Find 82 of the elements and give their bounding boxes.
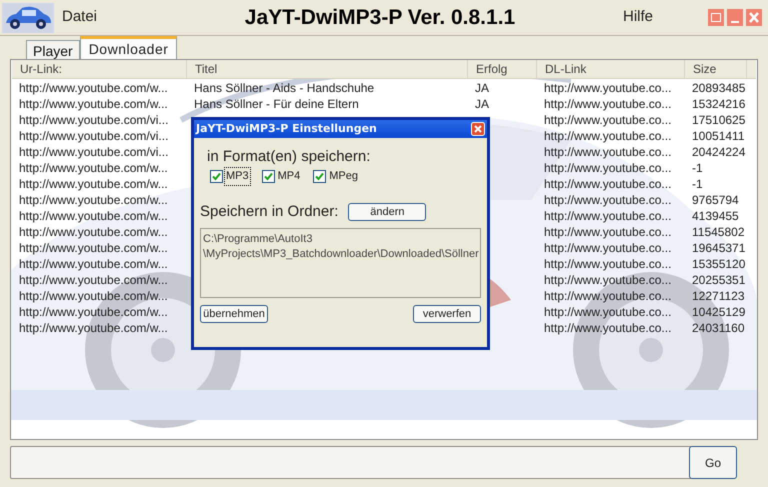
table-cell: Hans Söllner - Für deine Eltern: [194, 97, 359, 111]
table-cell: 4139455: [692, 209, 739, 223]
menu-item[interactable]: Datei: [62, 6, 182, 29]
checkbox-label: MPeg: [328, 169, 359, 184]
table-cell: 20255351: [692, 273, 746, 287]
discard-button[interactable]: verwerfen: [413, 305, 481, 323]
table-cell: http://www.youtube.com/w...: [19, 177, 168, 191]
column-header[interactable]: Erfolg: [468, 60, 537, 79]
column-header[interactable]: Size: [685, 60, 747, 79]
table-cell: http://www.youtube.com/vi...: [19, 145, 168, 159]
table-cell: http://www.youtube.co...: [544, 161, 672, 175]
table-cell: 9765794: [692, 193, 739, 207]
table-cell: JA: [475, 81, 490, 95]
table-cell: http://www.youtube.com/w...: [19, 273, 168, 287]
minimize-icon[interactable]: [727, 9, 743, 26]
table-cell: http://www.youtube.co...: [544, 305, 672, 319]
table-cell: http://www.youtube.com/w...: [19, 225, 168, 239]
close-icon[interactable]: [746, 9, 762, 26]
table-cell: http://www.youtube.co...: [544, 97, 672, 111]
table-cell: Hans Söllner - Aids - Handschuhe: [194, 81, 374, 95]
column-header[interactable]: Ur-Link:: [12, 60, 187, 79]
dialog-title: JaYT-DwiMP3-P Einstellungen: [196, 120, 378, 137]
column-header[interactable]: Titel: [187, 60, 468, 79]
column-header[interactable]: DL-Link: [537, 60, 685, 79]
table-cell: 24031160: [692, 321, 744, 335]
checkbox-label: MP4: [276, 169, 302, 184]
table-cell: 10425129: [692, 305, 746, 319]
checkbox-label: MP3: [225, 168, 250, 184]
table-cell: http://www.youtube.co...: [544, 177, 672, 191]
table-cell: http://www.youtube.com/vi...: [19, 113, 168, 127]
table-cell: 15355120: [692, 257, 746, 271]
checkbox[interactable]: [210, 170, 223, 183]
table-cell: http://www.youtube.co...: [544, 241, 672, 255]
table-cell: 19645371: [692, 241, 746, 255]
table-cell: http://www.youtube.com/w...: [19, 305, 168, 319]
table-cell: http://www.youtube.com/vi...: [19, 129, 168, 143]
table-cell: JA: [475, 97, 490, 111]
tab[interactable]: Downloader: [80, 36, 178, 59]
table-cell: http://www.youtube.co...: [544, 81, 672, 95]
table-cell: 20893485: [692, 81, 746, 95]
table-cell: 10051411: [692, 129, 744, 143]
checkbox[interactable]: [313, 170, 326, 183]
close-icon[interactable]: [471, 122, 485, 136]
table-cell: http://www.youtube.co...: [544, 289, 672, 303]
table-cell: http://www.youtube.co...: [544, 273, 672, 287]
table-cell: 12271123: [692, 289, 744, 303]
maximize-icon[interactable]: [708, 9, 724, 26]
go-button[interactable]: Go: [689, 446, 737, 479]
checkbox[interactable]: [262, 170, 275, 183]
table-cell: http://www.youtube.com/w...: [19, 321, 168, 335]
table-cell: http://www.youtube.com/w...: [19, 193, 168, 207]
table-cell: http://www.youtube.co...: [544, 113, 672, 127]
table-cell: 11545802: [692, 225, 744, 239]
table-cell: http://www.youtube.com/w...: [19, 257, 168, 271]
change-button[interactable]: ändern: [348, 202, 426, 221]
table-cell: -1: [692, 177, 703, 191]
folder-path-box: C:\Programme\AutoIt3 \MyProjects\MP3_Batchdownloader\Downloaded\Söllner: [200, 228, 481, 298]
app-title: JaYT-DwiMP3-P Ver. 0.8.1.1: [244, 4, 516, 31]
table-cell: http://www.youtube.co...: [544, 257, 672, 271]
table-cell: http://www.youtube.com/w...: [19, 209, 168, 223]
table-cell: http://www.youtube.co...: [544, 209, 672, 223]
car-icon[interactable]: [2, 2, 54, 32]
table-cell: 20424224: [692, 145, 746, 159]
tab[interactable]: Player: [26, 40, 80, 59]
folder-label: Speichern in Ordner:: [200, 202, 338, 222]
table-cell: http://www.youtube.com/w...: [19, 289, 168, 303]
menu-item[interactable]: Hilfe: [578, 6, 698, 29]
table-cell: http://www.youtube.co...: [544, 145, 672, 159]
table-cell: http://www.youtube.co...: [544, 129, 672, 143]
table-cell: 15324216: [692, 97, 746, 111]
table-cell: http://www.youtube.co...: [544, 225, 672, 239]
table-cell: http://www.youtube.co...: [544, 321, 672, 335]
table-cell: http://www.youtube.com/w...: [19, 97, 168, 111]
table-cell: http://www.youtube.com/w...: [19, 81, 168, 95]
apply-button[interactable]: übernehmen: [200, 305, 268, 323]
table-cell: 17510625: [692, 113, 746, 127]
format-label: in Format(en) speichern:: [207, 148, 372, 165]
input-field[interactable]: [10, 446, 692, 479]
table-cell: http://www.youtube.com/w...: [19, 161, 168, 175]
table-cell: -1: [692, 161, 703, 175]
table-cell: http://www.youtube.co...: [544, 193, 672, 207]
table-cell: http://www.youtube.com/w...: [19, 241, 168, 255]
